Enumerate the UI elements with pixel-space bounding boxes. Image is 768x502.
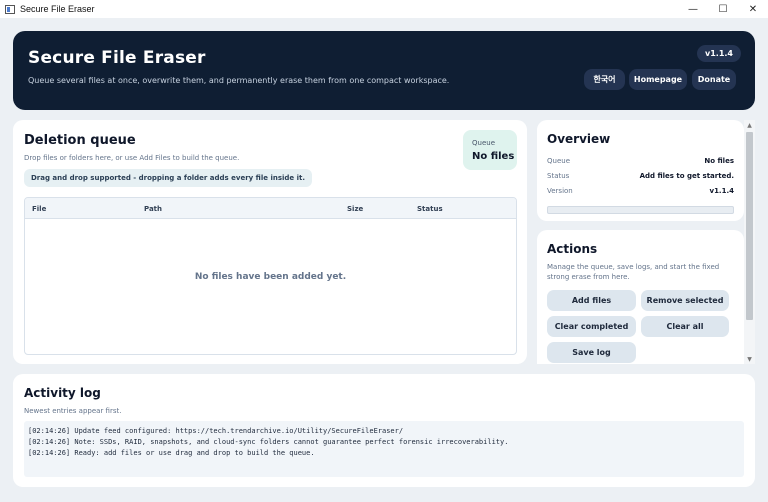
queue-heading: Deletion queue — [24, 133, 136, 148]
erase-progress-bar — [547, 206, 734, 214]
column-header-status[interactable]: Status — [417, 205, 443, 213]
app-title: Secure File Eraser — [28, 48, 206, 68]
clear-all-button[interactable]: Clear all — [641, 316, 729, 337]
deletion-queue-panel[interactable]: Deletion queue Drop files or folders her… — [13, 120, 527, 364]
overview-key: Version — [547, 187, 573, 195]
maximize-icon[interactable]: ☐ — [708, 0, 738, 18]
drag-drop-hint: Drag and drop supported - dropping a fol… — [24, 169, 312, 187]
app-header: Secure File Eraser Queue several files a… — [13, 31, 755, 110]
clear-completed-button[interactable]: Clear completed — [547, 316, 636, 337]
window-controls: — ☐ ✕ — [678, 0, 768, 18]
queue-table-header: File Path Size Status — [25, 198, 516, 219]
app-window-icon — [5, 4, 15, 14]
overview-value: No files — [704, 157, 734, 165]
overview-key: Status — [547, 172, 570, 180]
activity-log-subtitle: Newest entries appear first. — [24, 407, 122, 415]
actions-description: Manage the queue, save logs, and start t… — [547, 263, 720, 281]
app-client-area: Secure File Eraser Queue several files a… — [0, 18, 768, 502]
actions-panel: Actions Manage the queue, save logs, and… — [537, 230, 744, 364]
log-line: [02:14:26] Update feed configured: https… — [28, 427, 404, 435]
activity-log-text[interactable]: [02:14:26] Update feed configured: https… — [24, 421, 744, 477]
queue-count-badge: Queue No files — [463, 130, 517, 170]
remove-selected-button[interactable]: Remove selected — [641, 290, 729, 311]
overview-value: Add files to get started. — [639, 172, 734, 180]
overview-panel: Overview Queue No files Status Add files… — [537, 120, 744, 221]
side-panel-scrollbar[interactable]: ▲ ▼ — [744, 120, 755, 364]
scroll-up-icon[interactable]: ▲ — [744, 120, 755, 130]
save-log-button[interactable]: Save log — [547, 342, 636, 363]
overview-heading: Overview — [547, 132, 611, 146]
overview-key: Queue — [547, 157, 570, 165]
column-header-file[interactable]: File — [32, 205, 46, 213]
scroll-down-icon[interactable]: ▼ — [744, 354, 755, 364]
log-line: [02:14:26] Note: SSDs, RAID, snapshots, … — [28, 438, 509, 446]
activity-log-panel: Activity log Newest entries appear first… — [13, 374, 755, 487]
activity-log-heading: Activity log — [24, 386, 101, 400]
app-subtitle: Queue several files at once, overwrite t… — [28, 76, 450, 85]
minimize-icon[interactable]: — — [678, 0, 708, 18]
version-badge: v1.1.4 — [697, 45, 741, 62]
add-files-button[interactable]: Add files — [547, 290, 636, 311]
column-header-size[interactable]: Size — [347, 205, 363, 213]
actions-heading: Actions — [547, 242, 598, 256]
empty-queue-message: No files have been added yet. — [194, 272, 347, 282]
queue-badge-value: No files — [472, 151, 515, 162]
language-button[interactable]: 한국어 — [584, 69, 625, 90]
queue-subtitle: Drop files or folders here, or use Add F… — [24, 154, 240, 162]
queue-table[interactable]: File Path Size Status No files have been… — [24, 197, 517, 355]
column-header-path[interactable]: Path — [144, 205, 162, 213]
overview-value: v1.1.4 — [709, 187, 735, 195]
window-titlebar: Secure File Eraser — ☐ ✕ — [0, 0, 768, 18]
queue-badge-label: Queue — [472, 139, 495, 147]
donate-button[interactable]: Donate — [692, 69, 736, 90]
homepage-button[interactable]: Homepage — [629, 69, 687, 90]
scrollbar-thumb[interactable] — [746, 132, 753, 320]
log-line: [02:14:26] Ready: add files or use drag … — [28, 449, 315, 457]
close-icon[interactable]: ✕ — [738, 0, 768, 18]
window-title: Secure File Eraser — [20, 4, 95, 14]
